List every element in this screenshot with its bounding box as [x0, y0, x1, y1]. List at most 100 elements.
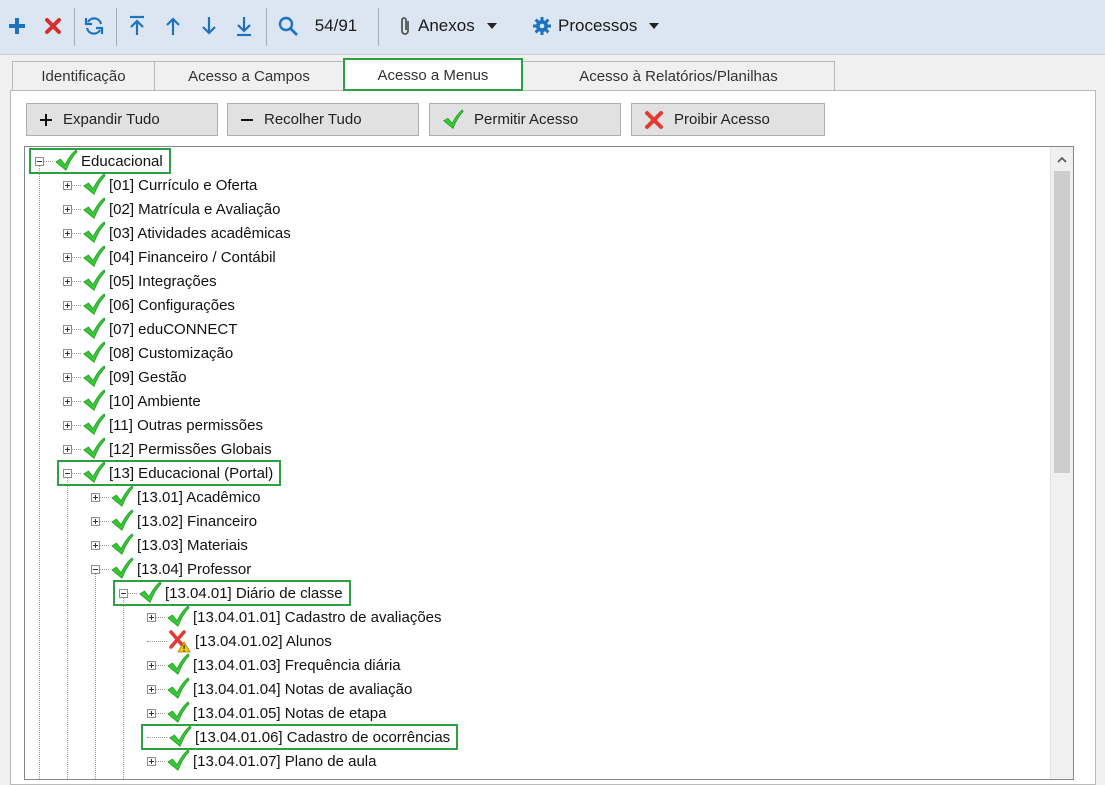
record-counter: 54/91: [314, 16, 358, 35]
tree-node-13-04-01-03-frequencia-diaria[interactable]: [13.04.01.03] Frequência diária: [147, 653, 401, 677]
first-record-icon[interactable]: [124, 6, 150, 46]
tree-node-13-04-01-05-notas-de-etapa[interactable]: [13.04.01.05] Notas de etapa: [147, 701, 386, 725]
tree-node-13-01-academico[interactable]: [13.01] Acadêmico: [91, 485, 260, 509]
expand-icon[interactable]: [147, 708, 156, 718]
expand-icon[interactable]: [63, 276, 72, 286]
allowed-check-icon[interactable]: [81, 413, 107, 437]
allowed-check-icon[interactable]: [81, 197, 107, 221]
expand-icon[interactable]: [91, 540, 100, 550]
expand-icon[interactable]: [63, 444, 72, 454]
expand-icon[interactable]: [63, 348, 72, 358]
tree-node-13-04-01-04-notas-de-avaliacao[interactable]: [13.04.01.04] Notas de avaliação: [147, 677, 412, 701]
scrollbar-thumb[interactable]: [1054, 171, 1070, 473]
refresh-icon[interactable]: [80, 6, 108, 46]
allowed-check-icon[interactable]: [81, 173, 107, 197]
tree-node-06-configuracoes[interactable]: [06] Configurações: [63, 293, 235, 317]
allow-access-label: Permitir Acesso: [474, 111, 579, 128]
expand-icon[interactable]: [147, 660, 156, 670]
expand-icon[interactable]: [63, 324, 72, 334]
toolbar-separator: [74, 8, 75, 46]
deny-access-button[interactable]: Proibir Acesso: [631, 103, 825, 136]
expand-all-button[interactable]: Expandir Tudo: [26, 103, 218, 136]
tree-node-11-outras-permissoes[interactable]: [11] Outras permissões: [63, 413, 263, 437]
allowed-check-icon[interactable]: [81, 269, 107, 293]
tab-acesso-relatorios[interactable]: Acesso à Relatórios/Planilhas: [522, 61, 835, 90]
expand-icon[interactable]: [63, 204, 72, 214]
tree-node-13-04-01-01-cadastro-de-avaliacoes[interactable]: [13.04.01.01] Cadastro de avaliações: [147, 605, 442, 629]
allowed-check-icon[interactable]: [109, 509, 135, 533]
delete-icon[interactable]: [40, 6, 66, 46]
expand-icon[interactable]: [63, 252, 72, 262]
tree-node-10-ambiente[interactable]: [10] Ambiente: [63, 389, 201, 413]
allowed-check-icon[interactable]: [165, 653, 191, 677]
expand-icon[interactable]: [63, 228, 72, 238]
tree-node-label: [13.04] Professor: [137, 560, 252, 578]
last-record-icon[interactable]: [231, 6, 257, 46]
allowed-check-icon[interactable]: [81, 389, 107, 413]
tree-connector: [72, 352, 81, 354]
tree-node-13-04-professor[interactable]: [13.04] Professor: [91, 557, 251, 581]
allowed-check-icon[interactable]: [81, 221, 107, 245]
paperclip-icon: [401, 17, 409, 35]
expand-icon[interactable]: [63, 396, 72, 406]
tree-guide-line: [67, 478, 68, 779]
vertical-scrollbar[interactable]: [1050, 147, 1073, 779]
allowed-check-icon[interactable]: [81, 365, 107, 389]
chevron-up-icon[interactable]: [1051, 147, 1073, 171]
allowed-check-icon[interactable]: [109, 533, 135, 557]
allowed-check-icon[interactable]: [109, 485, 135, 509]
tree-node-04-financeiro-contabil[interactable]: [04] Financeiro / Contábil: [63, 245, 276, 269]
allowed-check-icon[interactable]: [165, 605, 191, 629]
tab-acesso-menus[interactable]: Acesso a Menus: [343, 58, 523, 91]
allowed-check-icon[interactable]: [165, 701, 191, 725]
tree-node-13-02-financeiro[interactable]: [13.02] Financeiro: [91, 509, 257, 533]
allowed-check-icon[interactable]: [165, 749, 191, 773]
attachments-dropdown[interactable]: Anexos: [398, 6, 497, 46]
collapse-all-button[interactable]: Recolher Tudo: [227, 103, 419, 136]
collapse-icon[interactable]: [91, 564, 100, 574]
expand-icon[interactable]: [63, 372, 72, 382]
menu-tree[interactable]: Educacional [01] Currículo e Oferta [02] M…: [24, 146, 1074, 780]
expand-icon[interactable]: [63, 300, 72, 310]
allow-access-button[interactable]: Permitir Acesso: [429, 103, 621, 136]
expand-icon[interactable]: [147, 612, 156, 622]
tree-node-02-matricula-e-avaliacao[interactable]: [02] Matrícula e Avaliação: [63, 197, 281, 221]
tree-node-13-03-materiais[interactable]: [13.03] Materiais: [91, 533, 248, 557]
tree-node-07-educonnect[interactable]: [07] eduCONNECT: [63, 317, 237, 341]
expand-icon[interactable]: [91, 516, 100, 526]
allowed-check-icon[interactable]: [109, 557, 135, 581]
tab-acesso-campos[interactable]: Acesso a Campos: [154, 61, 344, 90]
allowed-check-icon[interactable]: [81, 293, 107, 317]
expand-icon[interactable]: [147, 684, 156, 694]
expand-icon[interactable]: [147, 756, 156, 766]
tree-node-13-04-01-02-alunos[interactable]: [13.04.01.02] Alunos: [147, 629, 332, 653]
allowed-check-icon[interactable]: [165, 677, 191, 701]
tree-node-08-customizacao[interactable]: [08] Customização: [63, 341, 233, 365]
allowed-check-icon[interactable]: [81, 341, 107, 365]
allowed-check-icon[interactable]: [81, 245, 107, 269]
tree-node-05-integracoes[interactable]: [05] Integrações: [63, 269, 217, 293]
allowed-check-icon[interactable]: [81, 437, 107, 461]
previous-record-icon[interactable]: [160, 6, 186, 46]
tree-node-13-04-01-07-plano-de-aula[interactable]: [13.04.01.07] Plano de aula: [147, 749, 377, 773]
expand-icon[interactable]: [63, 420, 72, 430]
tree-node-label: [13.04.01.05] Notas de etapa: [193, 704, 387, 722]
search-icon[interactable]: [274, 6, 302, 46]
allowed-check-icon[interactable]: [81, 317, 107, 341]
denied-warning-icon[interactable]: [167, 629, 193, 653]
expand-icon[interactable]: [91, 492, 100, 502]
add-icon[interactable]: [4, 6, 30, 46]
tree-node-09-gestao[interactable]: [09] Gestão: [63, 365, 187, 389]
tree-node-12-permissoes-globais[interactable]: [12] Permissões Globais: [63, 437, 272, 461]
tree-node-03-atividades-academicas[interactable]: [03] Atividades acadêmicas: [63, 221, 291, 245]
next-record-icon[interactable]: [196, 6, 222, 46]
highlight-box: [141, 724, 458, 750]
tree-node-01-curriculo-e-oferta[interactable]: [01] Currículo e Oferta: [63, 173, 257, 197]
chevron-down-icon: [486, 23, 497, 29]
tab-identificacao[interactable]: Identificação: [12, 61, 155, 90]
tree-connector: [72, 304, 81, 306]
processes-dropdown[interactable]: Processos: [532, 6, 660, 46]
expand-icon[interactable]: [63, 180, 72, 190]
gear-icon: [533, 17, 551, 35]
tree-node-label: [12] Permissões Globais: [109, 440, 272, 458]
